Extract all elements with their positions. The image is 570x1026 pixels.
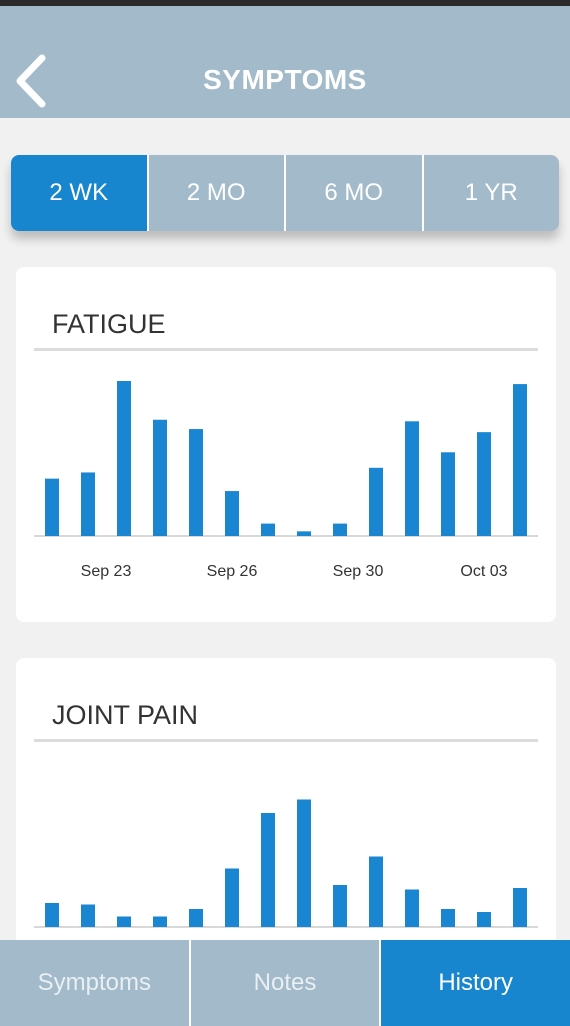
bar bbox=[297, 531, 311, 536]
bar bbox=[81, 472, 95, 536]
range-tab-1yr[interactable]: 1 YR bbox=[421, 155, 559, 231]
bar bbox=[261, 813, 275, 927]
bar bbox=[189, 909, 203, 927]
bar bbox=[261, 523, 275, 536]
range-tab-2wk[interactable]: 2 WK bbox=[11, 155, 147, 231]
bar bbox=[117, 381, 131, 536]
range-tab-2mo[interactable]: 2 MO bbox=[146, 155, 284, 231]
x-tick-label: Sep 23 bbox=[81, 563, 132, 580]
time-range-selector: 2 WK 2 MO 6 MO 1 YR bbox=[11, 155, 559, 231]
bar bbox=[333, 523, 347, 536]
bar bbox=[441, 452, 455, 536]
fatigue-card: FATIGUE Sep 23 Sep 26 Sep 30 Oct 03 bbox=[16, 267, 556, 622]
bar bbox=[45, 478, 59, 536]
bar bbox=[333, 885, 347, 927]
x-tick-label: Sep 30 bbox=[333, 563, 384, 580]
bar bbox=[405, 889, 419, 927]
bar bbox=[117, 916, 131, 927]
page-title: SYMPTOMS bbox=[203, 64, 367, 95]
bar bbox=[405, 421, 419, 536]
bar bbox=[369, 856, 383, 927]
bar bbox=[441, 909, 455, 927]
nav-bar: SYMPTOMS bbox=[0, 6, 570, 118]
bar bbox=[369, 467, 383, 536]
tab-history[interactable]: History bbox=[379, 940, 570, 1026]
bar bbox=[225, 491, 239, 536]
bar bbox=[225, 868, 239, 927]
bar bbox=[513, 384, 527, 536]
bar bbox=[45, 903, 59, 927]
x-tick-label: Oct 03 bbox=[460, 563, 507, 580]
bar bbox=[477, 912, 491, 927]
bar bbox=[189, 429, 203, 536]
joint-pain-chart bbox=[34, 799, 538, 928]
bar bbox=[297, 799, 311, 927]
bar bbox=[153, 916, 167, 927]
range-tab-6mo[interactable]: 6 MO bbox=[284, 155, 422, 231]
bar bbox=[513, 888, 527, 927]
bottom-tab-bar: Symptoms Notes History bbox=[0, 940, 570, 1026]
x-tick-label: Sep 26 bbox=[207, 563, 258, 580]
bar bbox=[477, 432, 491, 536]
fatigue-chart: Sep 23 Sep 26 Sep 30 Oct 03 bbox=[34, 381, 538, 580]
tab-notes[interactable]: Notes bbox=[188, 940, 380, 1026]
bar bbox=[81, 904, 95, 927]
bar bbox=[153, 419, 167, 536]
joint-pain-card: JOINT PAIN bbox=[16, 658, 556, 978]
tab-symptoms[interactable]: Symptoms bbox=[0, 940, 189, 1026]
